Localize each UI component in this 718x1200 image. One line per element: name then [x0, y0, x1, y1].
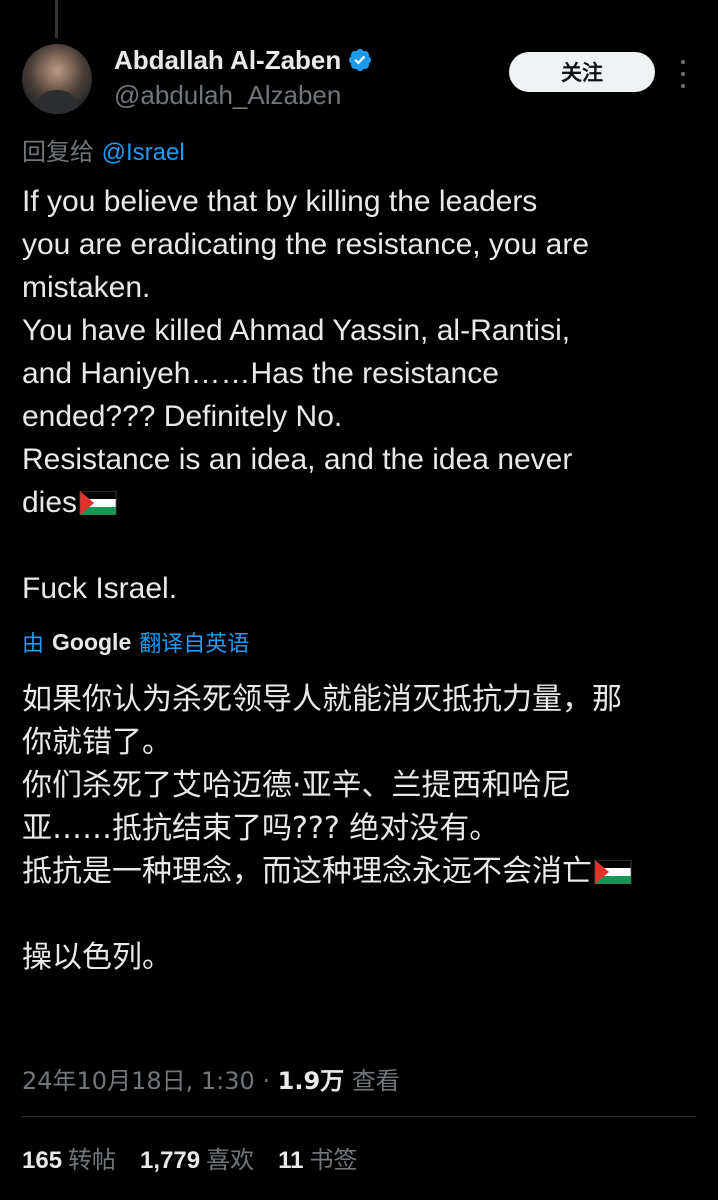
- reposts-count: 165: [22, 1147, 63, 1174]
- timestamp[interactable]: 24年10月18日, 1:30 ·: [22, 1067, 278, 1095]
- likes-count: 1,779: [140, 1147, 201, 1174]
- likes-label: 喜欢: [206, 1146, 255, 1174]
- bookmarks-count: 11: [278, 1147, 304, 1174]
- translated-by-google-link[interactable]: 由 Google 翻译自英语: [22, 626, 249, 658]
- user-block: Abdallah Al-Zaben @abdulah_Alzaben: [114, 44, 373, 111]
- reposts-stat[interactable]: 165 转帖: [22, 1140, 116, 1175]
- views-label: 查看: [344, 1067, 400, 1095]
- tweet-line: ended??? Definitely No.: [22, 400, 343, 433]
- more-dots-icon[interactable]: [676, 60, 690, 88]
- translated-line: 如果你认为杀死领导人就能消灭抵抗力量，那: [22, 682, 622, 717]
- tweet-line: mistaken.: [22, 271, 151, 304]
- engagement-stats: 165 转帖 1,779 喜欢 11 书签: [22, 1140, 357, 1175]
- bookmarks-stat[interactable]: 11 书签: [278, 1140, 357, 1175]
- translated-line: 操以色列。: [22, 940, 172, 975]
- translated-line-with-flag: 抵抗是一种理念，而这种理念永远不会消亡: [22, 850, 712, 893]
- tweet-line: Fuck Israel.: [22, 572, 178, 605]
- user-handle[interactable]: @abdulah_Alzaben: [114, 80, 373, 111]
- tweet-line: If you believe that by killing the leade…: [22, 185, 538, 218]
- translate-by-label: 由: [22, 632, 45, 657]
- thread-connector-line: [55, 0, 58, 38]
- reply-to-label: 回复给 @Israel: [22, 132, 185, 167]
- reply-prefix: 回复给: [22, 138, 94, 166]
- tweet-meta: 24年10月18日, 1:30 · 1.9万 查看: [22, 1061, 400, 1096]
- translate-from-label: 翻译自英语: [139, 632, 250, 657]
- tweet-header: Abdallah Al-Zaben @abdulah_Alzaben 关注: [22, 40, 696, 120]
- follow-button[interactable]: 关注: [509, 52, 655, 92]
- tweet-line: dies: [22, 486, 78, 519]
- avatar[interactable]: [22, 44, 92, 114]
- palestine-flag-icon: [79, 491, 117, 515]
- translated-line: 你就错了。: [22, 725, 172, 760]
- tweet-line-with-flag: dies: [22, 481, 702, 524]
- tweet-text: If you believe that by killing the leade…: [22, 180, 702, 610]
- tweet-line: and Haniyeh……Has the resistance: [22, 357, 499, 390]
- google-logo: Google: [52, 628, 132, 655]
- translated-line: 抵抗是一种理念，而这种理念永远不会消亡: [22, 854, 592, 889]
- bookmarks-label: 书签: [309, 1146, 358, 1174]
- translated-line: 你们杀死了艾哈迈德·亚辛、兰提西和哈尼: [22, 768, 572, 803]
- tweet-line: you are eradicating the resistance, you …: [22, 228, 589, 261]
- likes-stat[interactable]: 1,779 喜欢: [140, 1140, 254, 1175]
- verified-badge-icon: [349, 48, 372, 72]
- display-name[interactable]: Abdallah Al-Zaben: [114, 45, 341, 76]
- views-count: 1.9万: [277, 1067, 345, 1095]
- palestine-flag-icon: [594, 860, 632, 884]
- tweet-line: Resistance is an idea, and the idea neve…: [22, 443, 573, 476]
- reply-mention-link[interactable]: @Israel: [102, 139, 185, 166]
- tweet-line: You have killed Ahmad Yassin, al-Rantisi…: [22, 314, 571, 347]
- reposts-label: 转帖: [68, 1146, 117, 1174]
- divider: [22, 1116, 696, 1117]
- translated-line: 亚……抵抗结束了吗??? 绝对没有。: [22, 811, 500, 846]
- display-name-row: Abdallah Al-Zaben: [114, 44, 373, 76]
- translated-text: 如果你认为杀死领导人就能消灭抵抗力量，那 你就错了。 你们杀死了艾哈迈德·亚辛、…: [22, 678, 712, 979]
